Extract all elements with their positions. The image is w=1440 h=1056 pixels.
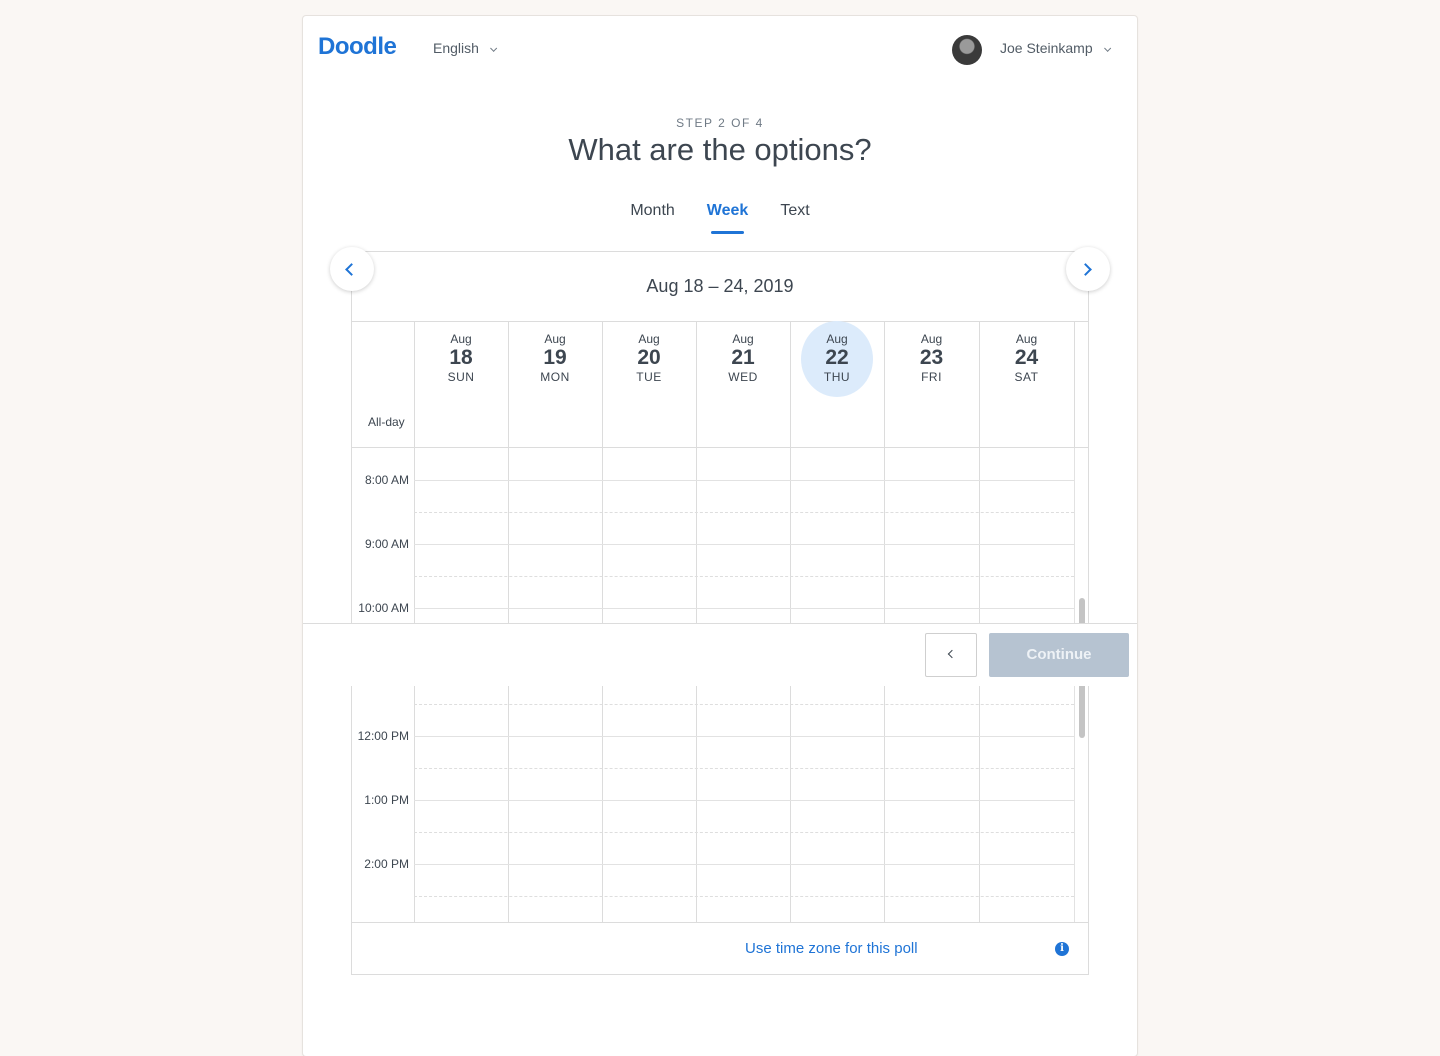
day-dow: SUN: [447, 370, 475, 384]
timezone-bar: Use time zone for this poll i: [352, 922, 1088, 974]
footer-bar: Continue: [303, 623, 1137, 686]
grid-line: [414, 768, 1074, 770]
timezone-link[interactable]: Use time zone for this poll: [745, 940, 918, 957]
day-dow: WED: [728, 370, 758, 384]
language-selector[interactable]: English: [433, 40, 498, 56]
day-header-sat[interactable]: Aug 24 SAT: [979, 321, 1074, 384]
page-title: What are the options?: [568, 132, 872, 167]
day-month: Aug: [826, 332, 848, 346]
day-dow: SAT: [1014, 370, 1039, 384]
back-button[interactable]: [925, 633, 977, 677]
view-tabs: Month Week Text: [303, 202, 1137, 234]
chevron-left-icon: [345, 263, 358, 276]
day-month: Aug: [544, 332, 566, 346]
info-icon[interactable]: i: [1055, 942, 1069, 956]
grid-line: [414, 544, 1074, 545]
grid-line: [414, 512, 1074, 514]
scrollbar[interactable]: [1074, 448, 1088, 924]
day-month: Aug: [1015, 332, 1038, 346]
column-divider: [508, 448, 509, 924]
day-num: 21: [731, 346, 755, 369]
day-month: Aug: [920, 332, 943, 346]
day-header-sun[interactable]: Aug 18 SUN: [414, 321, 508, 384]
week-calendar: Aug 18 – 24, 2019 All-day Aug 18 SUN Aug 19 M…: [351, 251, 1089, 975]
chevron-left-icon: [947, 649, 957, 659]
column-divider: [790, 448, 791, 924]
day-header-fri[interactable]: Aug 23 FRI: [884, 321, 979, 384]
tab-week[interactable]: Week: [707, 202, 748, 234]
time-label: 8:00 AM: [364, 473, 409, 487]
time-grid[interactable]: 8:00 AM 9:00 AM 10:00 AM 12:00 PM 1:00 PM 2:0…: [352, 448, 1088, 924]
time-label: 9:00 AM: [364, 537, 409, 551]
day-dow: THU: [823, 370, 851, 384]
allday-label: All-day: [368, 415, 405, 429]
grid-line: [414, 608, 1074, 609]
day-dow: TUE: [636, 370, 662, 384]
day-month: Aug: [732, 332, 754, 346]
grid-line: [414, 480, 1074, 481]
chevron-down-icon: [1103, 44, 1111, 52]
day-header-wed[interactable]: Aug 21 WED: [696, 321, 790, 384]
day-num: 19: [543, 346, 567, 369]
day-header-thu[interactable]: Aug 22 THU: [790, 321, 884, 397]
time-label: 12:00 PM: [357, 729, 409, 743]
day-header-row: All-day Aug 18 SUN Aug 19 MON Aug 20 TUE Aug 21 WED…: [352, 321, 1088, 448]
column-divider: [696, 448, 697, 924]
step-indicator: STEP 2 OF 4: [676, 116, 764, 130]
chevron-right-icon: [1079, 263, 1092, 276]
grid-line: [414, 832, 1074, 834]
next-week-button[interactable]: [1066, 247, 1110, 291]
day-num: 18: [449, 346, 473, 369]
grid-line: [414, 864, 1074, 865]
grid-line: [414, 704, 1074, 706]
column-divider: [979, 448, 980, 924]
time-label: 10:00 AM: [358, 601, 409, 615]
column-divider: [1074, 321, 1075, 447]
column-divider: [884, 448, 885, 924]
day-num: 24: [1014, 346, 1039, 369]
user-name: Joe Steinkamp: [1000, 40, 1093, 56]
chevron-down-icon: [490, 44, 498, 52]
column-divider: [602, 448, 603, 924]
calendar-header: Aug 18 – 24, 2019: [352, 252, 1088, 322]
grid-line: [414, 896, 1074, 898]
language-label: English: [433, 40, 479, 56]
main-card: Doodle English Joe Steinkamp STEP 2 OF 4…: [303, 16, 1137, 1056]
avatar[interactable]: [952, 35, 982, 65]
continue-button[interactable]: Continue: [989, 633, 1129, 677]
grid-line: [414, 736, 1074, 737]
column-divider: [414, 448, 415, 924]
tab-month[interactable]: Month: [630, 202, 674, 228]
day-month: Aug: [450, 332, 472, 346]
day-month: Aug: [638, 332, 660, 346]
time-label: 2:00 PM: [364, 857, 409, 871]
tab-text[interactable]: Text: [780, 202, 809, 228]
time-label: 1:00 PM: [364, 793, 409, 807]
date-range: Aug 18 – 24, 2019: [646, 276, 794, 296]
previous-week-button[interactable]: [330, 247, 374, 291]
user-menu[interactable]: Joe Steinkamp: [1000, 40, 1111, 56]
day-dow: MON: [540, 370, 570, 384]
day-num: 22: [825, 346, 849, 369]
grid-line: [414, 800, 1074, 801]
doodle-logo[interactable]: Doodle: [318, 33, 397, 61]
day-num: 23: [919, 346, 944, 369]
grid-line: [414, 576, 1074, 578]
day-num: 20: [637, 346, 661, 369]
day-dow: FRI: [921, 370, 942, 384]
day-header-tue[interactable]: Aug 20 TUE: [602, 321, 696, 384]
day-header-mon[interactable]: Aug 19 MON: [508, 321, 602, 384]
